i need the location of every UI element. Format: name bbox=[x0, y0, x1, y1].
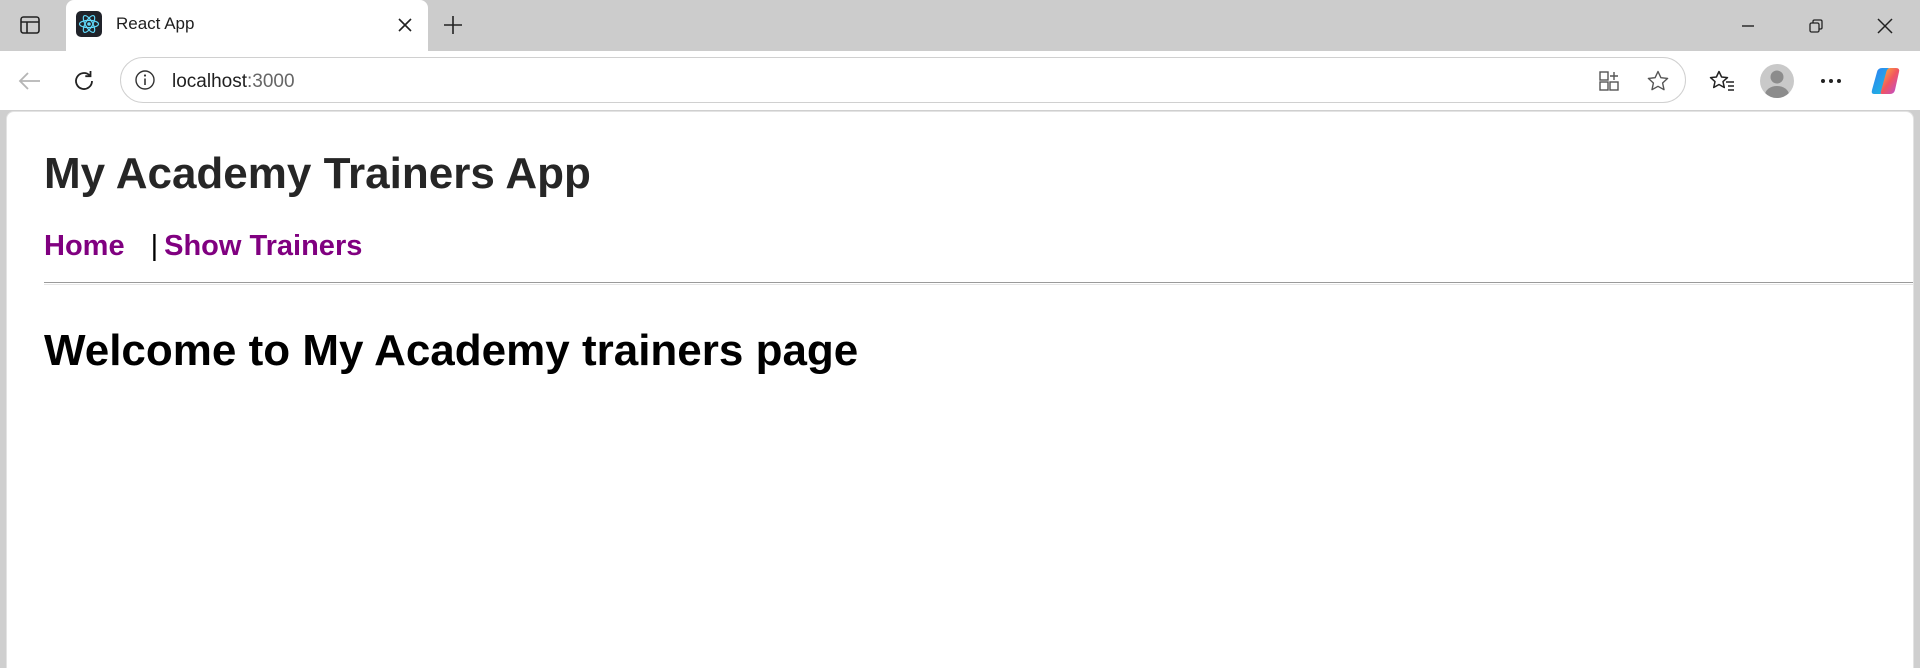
main-nav: Home | Show Trainers bbox=[44, 230, 362, 263]
app-title: My Academy Trainers App bbox=[44, 149, 591, 198]
more-icon[interactable] bbox=[1813, 63, 1849, 99]
star-icon[interactable] bbox=[1643, 66, 1673, 96]
tab-strip: React App bbox=[0, 0, 1920, 51]
react-logo-icon bbox=[76, 11, 102, 37]
tab-actions-icon[interactable] bbox=[14, 11, 46, 39]
app-install-icon[interactable] bbox=[1595, 66, 1625, 96]
new-tab-plus-icon[interactable] bbox=[437, 9, 469, 41]
back-arrow-icon[interactable] bbox=[12, 63, 48, 99]
tab-title: React App bbox=[116, 14, 195, 33]
avatar-icon[interactable] bbox=[1760, 64, 1794, 98]
nav-separator: | bbox=[150, 230, 159, 262]
url-host: localhost bbox=[172, 71, 247, 92]
browser-toolbar: localhost:3000 bbox=[0, 51, 1920, 110]
nav-link-home[interactable]: Home bbox=[44, 230, 125, 262]
url-port: :3000 bbox=[247, 71, 295, 92]
address-url[interactable]: localhost:3000 bbox=[172, 71, 295, 93]
refresh-icon[interactable] bbox=[66, 63, 102, 99]
welcome-heading: Welcome to My Academy trainers page bbox=[44, 326, 859, 375]
close-window-icon[interactable] bbox=[1857, 0, 1913, 51]
restore-icon[interactable] bbox=[1788, 0, 1844, 51]
address-bar[interactable]: localhost:3000 bbox=[120, 57, 1686, 103]
minimize-icon[interactable] bbox=[1720, 0, 1776, 51]
favorites-icon[interactable] bbox=[1704, 63, 1740, 99]
page-viewport: My Academy Trainers App Home | Show Traine… bbox=[6, 111, 1914, 668]
close-tab-icon[interactable] bbox=[392, 12, 418, 38]
nav-link-show-trainers[interactable]: Show Trainers bbox=[164, 230, 362, 262]
nav-divider bbox=[44, 282, 1913, 285]
browser-tab-active[interactable]: React App bbox=[66, 0, 428, 51]
copilot-icon[interactable] bbox=[1868, 63, 1904, 99]
info-icon[interactable] bbox=[133, 68, 157, 92]
